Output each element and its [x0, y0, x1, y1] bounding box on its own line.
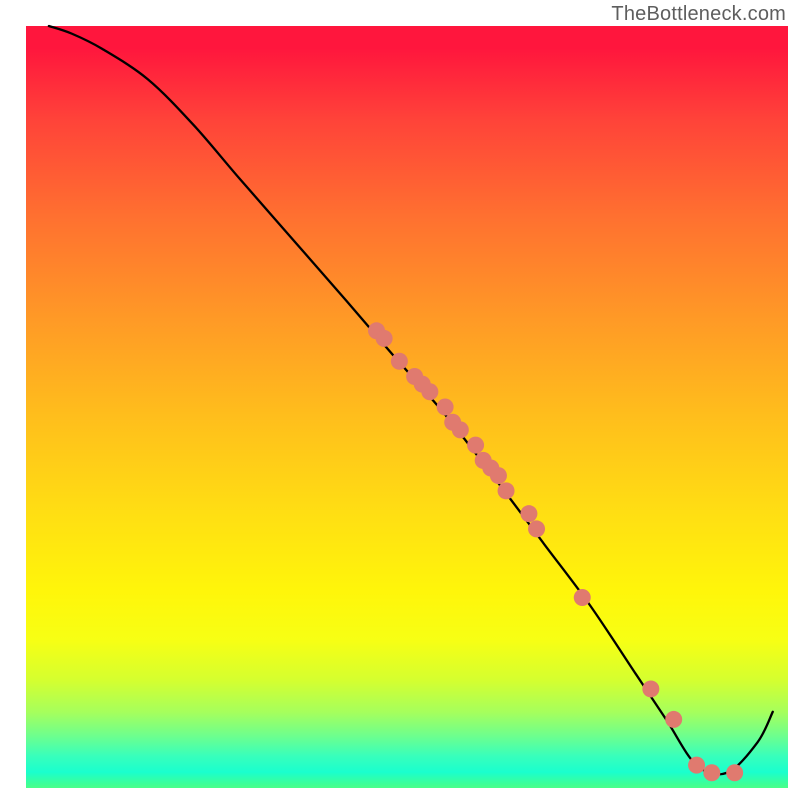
chart-container: TheBottleneck.com — [0, 0, 800, 800]
scatter-point — [490, 467, 507, 484]
scatter-point — [452, 421, 469, 438]
scatter-point — [703, 764, 720, 781]
scatter-point — [642, 680, 659, 697]
scatter-point — [467, 437, 484, 454]
scatter-point — [528, 520, 545, 537]
scatter-point — [665, 711, 682, 728]
scatter-markers — [368, 322, 743, 781]
scatter-point — [520, 505, 537, 522]
chart-svg-layer — [0, 0, 800, 800]
scatter-point — [688, 757, 705, 774]
curve-line — [49, 26, 773, 774]
scatter-point — [391, 353, 408, 370]
scatter-point — [574, 589, 591, 606]
scatter-point — [437, 399, 454, 416]
scatter-point — [421, 383, 438, 400]
scatter-point — [498, 482, 515, 499]
scatter-point — [376, 330, 393, 347]
scatter-point — [726, 764, 743, 781]
